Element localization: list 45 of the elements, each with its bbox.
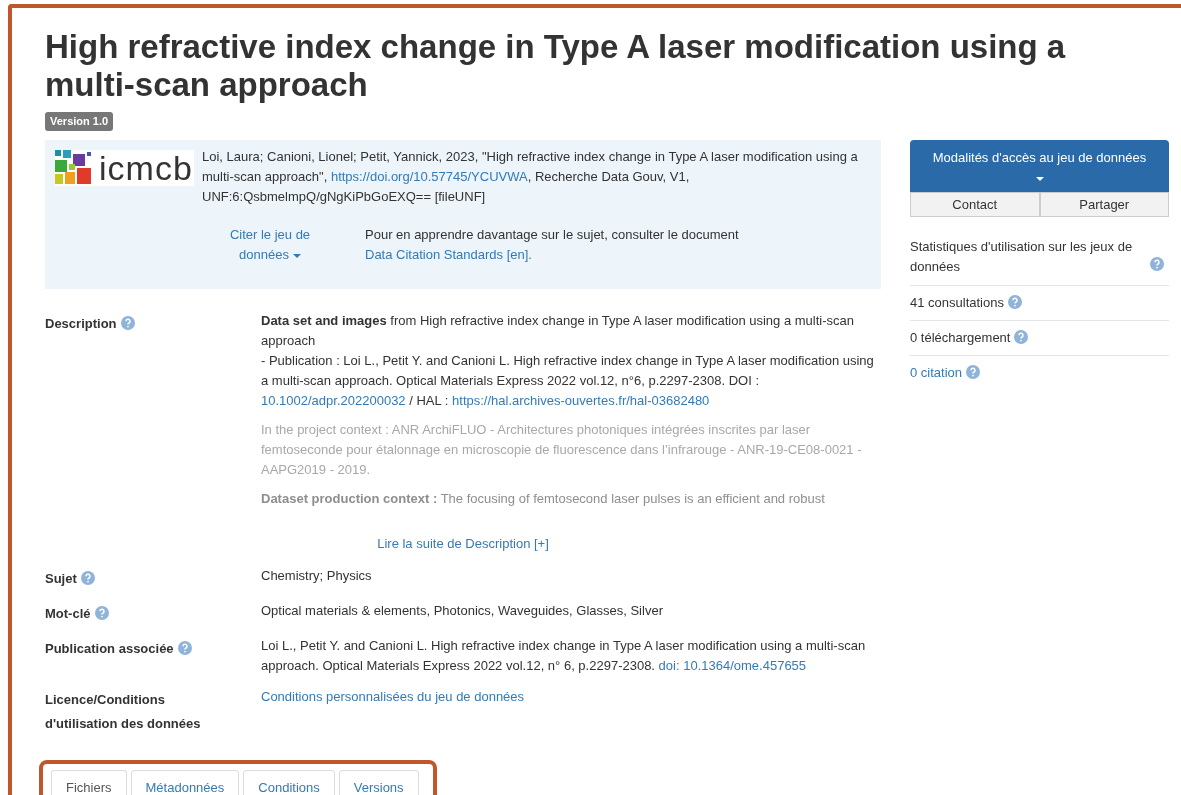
- help-icon[interactable]: [94, 606, 109, 620]
- action-button[interactable]: Contact: [910, 192, 1040, 217]
- dataset-title: High refractive index change in Type A laser modification using a multi-scan approach: [45, 28, 1067, 104]
- version-badge: Version 1.0: [45, 112, 114, 131]
- help-icon[interactable]: [1007, 295, 1022, 309]
- tab[interactable]: Fichiers: [51, 770, 127, 795]
- field-label: Description: [45, 316, 117, 331]
- tab[interactable]: Versions: [338, 770, 419, 795]
- action-button[interactable]: Partager: [1039, 192, 1169, 217]
- field-value: Dataset production context : The focusing of femtosecond laser pulses is an efficient and robust: [261, 490, 826, 508]
- stat-text: 41 consultations: [910, 295, 1004, 310]
- help-icon[interactable]: [120, 316, 135, 330]
- field-label: Mot-clé: [45, 606, 91, 621]
- field-value: Chemistry; Physics: [261, 567, 373, 585]
- stat-link[interactable]: 0 citation: [910, 365, 963, 380]
- stats-title: Statistiques d'utilisation sur les jeux de données: [910, 238, 1134, 276]
- caret-icon: [292, 253, 301, 258]
- field-label: Sujet: [45, 571, 77, 586]
- cite-dropdown-button[interactable]: Citer le jeu de données: [215, 225, 325, 265]
- tab[interactable]: Conditions: [243, 770, 335, 795]
- field-value: Data set and images from High refractive index change in Type A laser modification using a multi-scan approach - Publication : Loi L., Petit Y. and Canioni L. High refractive index change in Type A laser modification using a multi-scan approach. Optical Materials Express 2022 vol.12, n°6, p.2297-2308. DOI : 10.1002/adpr.202200032 / HAL : https://hal.archives-ouvertes.fr/hal-03682480: [261, 312, 875, 410]
- link[interactable]: Conditions personnalisées du jeu de données: [261, 689, 525, 704]
- field-label: Publication associée: [45, 641, 174, 656]
- field-value: Loi L., Petit Y. and Canioni L. High refractive index change in Type A laser modification using a multi-scan approach. Optical Materials Express 2022 vol.12, n° 6, p.2297-2308. doi: 10.1364/ome.457655: [261, 637, 867, 675]
- stat-text: 0 téléchargement: [910, 330, 1011, 345]
- read-more-link[interactable]: Lire la suite de Description [+]: [377, 536, 549, 551]
- learn-more-text: Pour en apprendre davantage sur le sujet, consulter le document Data Citation Standards [en].: [365, 226, 740, 264]
- link[interactable]: doi: 10.1364/ome.457655: [658, 658, 807, 673]
- help-icon[interactable]: [1150, 257, 1164, 271]
- field-label: Licence/Conditions d'utilisation des données: [45, 692, 201, 731]
- logo-drawing: icmcb: [55, 150, 194, 186]
- link[interactable]: https://hal.archives-ouvertes.fr/hal-03682480: [452, 393, 710, 408]
- field-value: Optical materials & elements, Photonics, Waveguides, Glasses, Silver: [261, 602, 664, 620]
- help-icon[interactable]: [966, 365, 981, 379]
- field-value: In the project context : ANR ArchiFLUO - Architectures photoniques intégrées inscrites par laser femtoseconde pour étalonnage en microscopie de fluorescence dans l’infrarouge - ANR-19-CE08-0021 - AAPG2019 - 2019.: [261, 421, 863, 479]
- citation-text: Loi, Laura; Canioni, Lionel; Petit, Yannick, 2023, "High refractive index change in Type A laser modification using a multi-scan approach", https://doi.org/10.57745/YCUVWA, Recherche Data Gouv, V1, UNF:6:QsbmelmpQ/gNgKiPbGoEXQ== [fileUNF]: [202, 148, 859, 206]
- standards-link[interactable]: Data Citation Standards [en].: [365, 247, 532, 262]
- help-icon[interactable]: [80, 571, 95, 585]
- link[interactable]: 10.1002/adpr.202200032: [261, 393, 406, 408]
- link[interactable]: https://doi.org/10.57745/YCUVWA: [330, 169, 528, 184]
- access-dropdown-button[interactable]: Modalités d'accès au jeu de données: [910, 140, 1169, 192]
- help-icon[interactable]: [1014, 330, 1029, 344]
- help-icon[interactable]: [177, 641, 192, 655]
- caret-icon: [1035, 176, 1044, 181]
- tab[interactable]: Métadonnées: [130, 770, 240, 795]
